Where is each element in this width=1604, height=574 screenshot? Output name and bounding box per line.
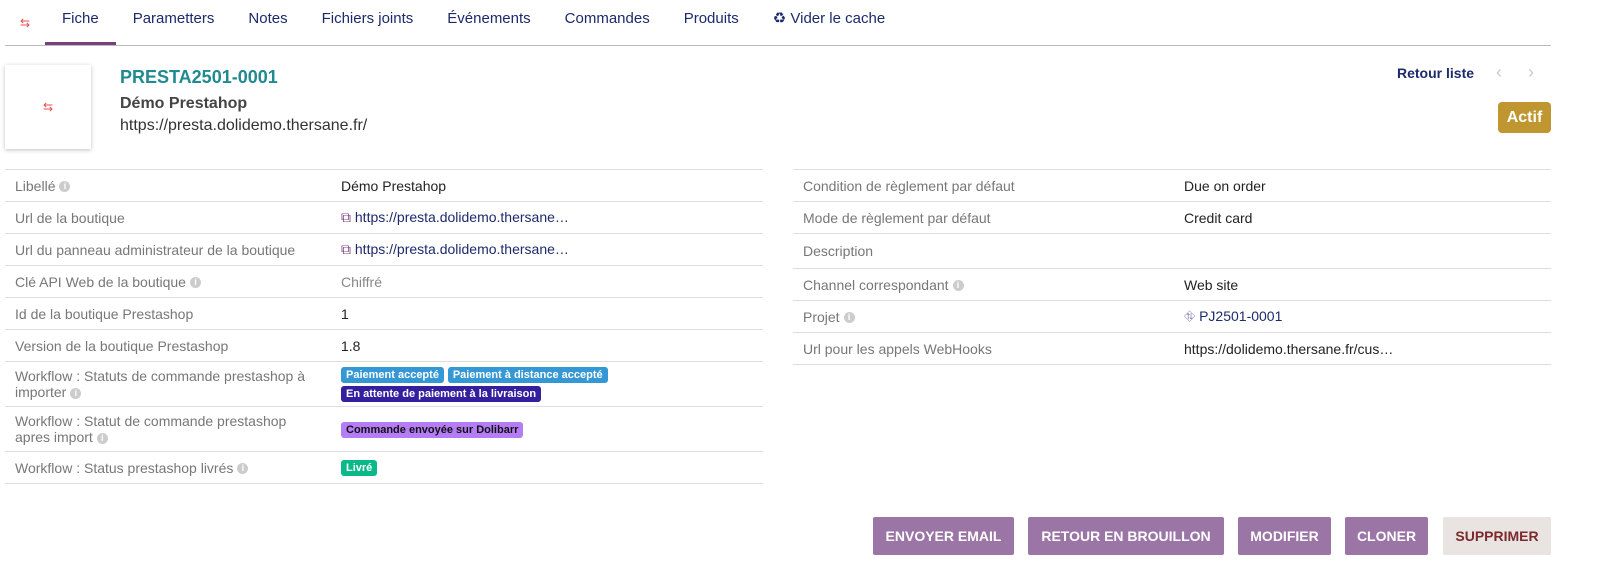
field-label: Mode de règlement par défaut xyxy=(793,201,1174,234)
info-icon[interactable]: i xyxy=(59,181,71,193)
tab-notes[interactable]: Notes xyxy=(231,0,304,45)
project-icon: ⛗ xyxy=(1184,308,1200,324)
table-row: Workflow : Statut de commande prestashop… xyxy=(5,406,763,452)
status-badge: Paiement à distance accepté xyxy=(447,367,608,383)
record-ref: PRESTA2501-0001 xyxy=(120,67,278,87)
field-label: Url de la boutique xyxy=(5,201,331,234)
admin-url-link[interactable]: https://presta.dolidemo.thersane… xyxy=(355,241,569,257)
modify-button[interactable]: MODIFIER xyxy=(1238,517,1331,555)
shop-url-link[interactable]: https://presta.dolidemo.thersane… xyxy=(355,209,569,225)
info-icon[interactable]: i xyxy=(70,387,82,399)
tab-evenements[interactable]: Événements xyxy=(430,0,547,45)
module-logo-icon: ⇆ xyxy=(19,15,31,30)
tab-commandes[interactable]: Commandes xyxy=(548,0,667,45)
table-row: Projet i ⛗ PJ2501-0001 xyxy=(793,300,1551,333)
status-badge: Livré xyxy=(341,460,378,476)
info-icon[interactable]: i xyxy=(96,432,108,444)
back-to-draft-button[interactable]: RETOUR EN BROUILLON xyxy=(1028,517,1224,555)
field-value: Credit card xyxy=(1174,201,1551,234)
info-icon[interactable]: i xyxy=(189,277,201,289)
field-label: Projet xyxy=(803,308,840,325)
project-link[interactable]: PJ2501-0001 xyxy=(1199,308,1282,324)
tab-fiche[interactable]: Fiche xyxy=(45,0,116,45)
table-row: Description xyxy=(793,233,1551,269)
send-email-button[interactable]: ENVOYER EMAIL xyxy=(873,517,1014,555)
tab-bar: ⇆ Fiche Parametters Notes Fichiers joint… xyxy=(5,0,1551,46)
module-logo-icon: ⇆ xyxy=(42,100,54,114)
back-to-list-link[interactable]: Retour liste xyxy=(1397,65,1474,81)
right-fields-table: Condition de règlement par défaut Due on … xyxy=(793,169,1551,365)
previous-icon[interactable]: ‹ xyxy=(1496,62,1502,83)
status-badge: Commande envoyée sur Dolibarr xyxy=(341,421,524,438)
field-value xyxy=(1174,233,1551,269)
tab-parametters[interactable]: Parametters xyxy=(116,0,232,45)
field-label: Condition de règlement par défaut xyxy=(793,169,1174,202)
table-row: Condition de règlement par défaut Due on … xyxy=(793,169,1551,202)
field-label: Workflow : Status prestashop livrés xyxy=(15,459,234,476)
field-value: Due on order xyxy=(1174,169,1551,202)
status-badge: Actif xyxy=(1498,102,1551,133)
left-fields-table: Libellé i Démo Prestahop Url de la boutiqu… xyxy=(5,169,763,484)
field-value: 1 xyxy=(331,297,763,330)
table-row: Url de la boutique ⧉ https://presta.dolid… xyxy=(5,201,763,234)
next-icon[interactable]: › xyxy=(1528,62,1534,83)
field-value: https://dolidemo.thersane.fr/cus… xyxy=(1174,332,1551,365)
table-row: Url pour les appels WebHooks https://doli… xyxy=(793,332,1551,365)
field-label: Description xyxy=(793,233,1174,269)
table-row: Id de la boutique Prestashop 1 xyxy=(5,297,763,330)
shop-photo: ⇆ xyxy=(5,65,91,149)
status-badge: En attente de paiement à la livraison xyxy=(341,386,542,402)
tab-fichiers-joints[interactable]: Fichiers joints xyxy=(305,0,431,45)
info-icon[interactable]: i xyxy=(237,463,249,475)
field-label: Url du panneau administrateur de la bout… xyxy=(5,233,331,266)
table-row: Libellé i Démo Prestahop xyxy=(5,169,763,202)
field-label: Id de la boutique Prestashop xyxy=(5,297,331,330)
tab-vider-cache[interactable]: ♻ Vider le cache xyxy=(756,0,902,45)
field-label: Workflow : Statut de commande prestashop… xyxy=(15,413,287,445)
record-url: https://presta.dolidemo.thersane.fr/ xyxy=(120,117,368,134)
recycle-icon: ♻ xyxy=(772,10,791,27)
status-badge: Paiement accepté xyxy=(341,367,444,383)
field-value: Démo Prestahop xyxy=(331,169,763,202)
table-row: Clé API Web de la boutique i Chiffré xyxy=(5,265,763,298)
field-label: Url pour les appels WebHooks xyxy=(793,332,1174,365)
external-link-icon: ⧉ xyxy=(341,209,355,225)
info-icon[interactable]: i xyxy=(843,312,855,324)
record-name: Démo Prestahop xyxy=(120,95,248,112)
field-value: 1.8 xyxy=(331,329,763,362)
table-row: Mode de règlement par défaut Credit card xyxy=(793,201,1551,234)
clone-button[interactable]: CLONER xyxy=(1345,517,1428,555)
table-row: Channel correspondant i Web site xyxy=(793,268,1551,301)
field-label: Workflow : Statuts de commande prestasho… xyxy=(15,368,305,400)
table-row: Workflow : Status prestashop livrés i Livr… xyxy=(5,451,763,484)
table-row: Workflow : Statuts de commande prestasho… xyxy=(5,361,763,407)
field-label: Channel correspondant xyxy=(803,276,949,293)
field-label: Clé API Web de la boutique xyxy=(15,273,186,290)
external-link-icon: ⧉ xyxy=(341,241,355,257)
table-row: Url du panneau administrateur de la bout… xyxy=(5,233,763,266)
info-icon[interactable]: i xyxy=(952,280,964,292)
field-label: Version de la boutique Prestashop xyxy=(5,329,331,362)
delete-button[interactable]: SUPPRIMER xyxy=(1443,517,1551,555)
table-row: Version de la boutique Prestashop 1.8 xyxy=(5,329,763,362)
tab-produits[interactable]: Produits xyxy=(667,0,756,45)
field-value: Chiffré xyxy=(331,265,763,298)
field-value: Web site xyxy=(1174,268,1551,301)
field-label: Libellé xyxy=(15,177,56,194)
